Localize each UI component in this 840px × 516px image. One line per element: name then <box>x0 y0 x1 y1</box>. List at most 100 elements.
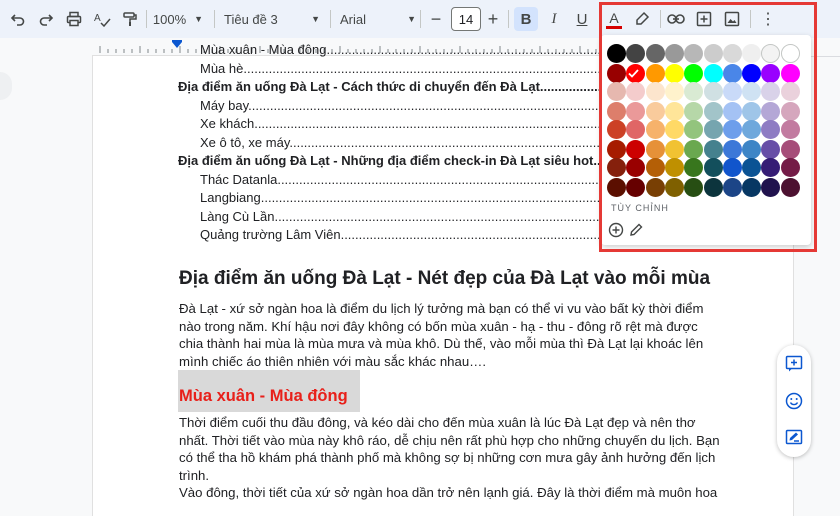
toc-entry-label: Máy bay <box>200 97 249 113</box>
color-swatch[interactable] <box>722 64 742 83</box>
color-swatch[interactable] <box>780 178 800 197</box>
zoom-select[interactable]: 100% ▼ <box>150 7 206 31</box>
color-swatch[interactable] <box>780 140 800 159</box>
paragraph-line: Vào đông, thời tiết của xứ sở ngàn hoa d… <box>179 485 718 500</box>
color-swatch[interactable] <box>722 178 742 197</box>
highlight-pen-icon[interactable] <box>630 7 654 31</box>
color-swatch[interactable] <box>780 102 800 121</box>
color-swatch[interactable] <box>742 44 762 63</box>
color-swatch[interactable] <box>742 64 762 83</box>
toc-entry[interactable]: Địa điểm ăn uống Đà Lạt - Những địa điểm… <box>178 153 603 168</box>
color-swatch[interactable] <box>607 140 626 159</box>
color-swatch[interactable] <box>722 102 742 121</box>
spellcheck-icon[interactable]: A <box>90 7 114 31</box>
color-swatch[interactable] <box>703 120 723 139</box>
color-swatch[interactable] <box>607 120 626 139</box>
font-size-decrease-button[interactable]: − <box>425 7 447 31</box>
color-swatch[interactable] <box>780 82 800 101</box>
color-swatch[interactable] <box>742 102 762 121</box>
toc-entry[interactable]: Làng Cù Lần.............................… <box>200 209 600 224</box>
color-swatch[interactable] <box>742 140 762 159</box>
italic-button[interactable]: I <box>542 7 566 31</box>
color-swatch[interactable] <box>664 82 684 101</box>
color-swatch[interactable] <box>722 158 742 177</box>
color-swatch[interactable] <box>780 64 800 83</box>
color-swatch[interactable] <box>645 178 665 197</box>
toc-entry[interactable]: Mùa xuân - Mùa đông.....................… <box>200 42 600 57</box>
color-swatch[interactable] <box>645 82 665 101</box>
toc-entry[interactable]: Quảng trường Lâm Viên...................… <box>200 227 600 242</box>
undo-icon[interactable] <box>6 7 30 31</box>
insert-image-icon[interactable] <box>720 7 744 31</box>
toc-entry[interactable]: Xe ô tô, xe máy.........................… <box>200 135 600 150</box>
color-swatch[interactable] <box>664 140 684 159</box>
color-swatch[interactable] <box>645 158 665 177</box>
toc-entry[interactable]: Langbiang...............................… <box>200 190 600 205</box>
color-swatch[interactable] <box>645 64 665 83</box>
color-swatch[interactable] <box>780 44 800 63</box>
color-swatch[interactable] <box>645 140 665 159</box>
text-color-indicator <box>606 25 622 29</box>
redo-icon[interactable] <box>34 7 58 31</box>
color-swatch[interactable] <box>607 178 626 197</box>
toc-entry[interactable]: Mùa hè..................................… <box>200 61 600 76</box>
bold-button[interactable]: B <box>514 7 538 31</box>
color-swatch[interactable] <box>645 102 665 121</box>
color-swatch[interactable] <box>703 64 723 83</box>
color-swatch[interactable] <box>703 82 723 101</box>
add-comment-icon[interactable] <box>692 7 716 31</box>
print-icon[interactable] <box>62 7 86 31</box>
toc-leader-dots: ........................................… <box>289 134 600 150</box>
color-swatch[interactable] <box>607 44 626 63</box>
emoji-reaction-icon[interactable] <box>785 392 803 410</box>
color-swatch[interactable] <box>780 158 800 177</box>
link-icon[interactable] <box>664 7 688 31</box>
color-swatch[interactable] <box>664 178 684 197</box>
suggest-edits-icon[interactable] <box>785 429 803 447</box>
color-swatch[interactable] <box>722 140 742 159</box>
color-swatch[interactable] <box>742 120 762 139</box>
color-swatch[interactable] <box>607 102 626 121</box>
color-swatch[interactable] <box>664 158 684 177</box>
more-options-icon[interactable]: ⋮ <box>756 7 780 31</box>
color-swatch[interactable] <box>722 82 742 101</box>
toc-leader-dots: ........................................… <box>254 116 600 131</box>
toc-entry[interactable]: Xe khách................................… <box>200 116 600 131</box>
color-swatch[interactable] <box>645 120 665 139</box>
toc-leader-dots: ........................................… <box>260 190 600 205</box>
toc-entry[interactable]: Thác Datanla............................… <box>200 172 600 187</box>
color-swatch[interactable] <box>742 158 762 177</box>
style-select[interactable]: Tiêu đề 3 ▼ <box>224 7 320 31</box>
toc-entry[interactable]: Máy bay.................................… <box>200 98 600 113</box>
color-swatch[interactable] <box>645 44 665 63</box>
color-swatch[interactable] <box>780 120 800 139</box>
color-swatch[interactable] <box>664 64 684 83</box>
toc-entry[interactable]: Địa điểm ăn uống Đà Lạt - Cách thức di c… <box>178 79 603 94</box>
color-swatch[interactable] <box>722 44 742 63</box>
color-swatch[interactable] <box>703 44 723 63</box>
underline-button[interactable]: U <box>570 7 594 31</box>
color-swatch[interactable] <box>664 102 684 121</box>
color-swatch[interactable] <box>742 178 762 197</box>
add-comment-icon[interactable] <box>785 355 803 373</box>
paint-format-icon[interactable] <box>118 7 142 31</box>
font-size-input[interactable]: 14 <box>451 7 481 31</box>
color-swatch[interactable] <box>703 102 723 121</box>
color-swatch[interactable] <box>722 120 742 139</box>
color-swatch[interactable] <box>664 120 684 139</box>
color-swatch[interactable] <box>607 158 626 177</box>
font-select[interactable]: Arial ▼ <box>340 7 416 31</box>
color-swatch[interactable] <box>703 178 723 197</box>
color-swatch[interactable] <box>742 82 762 101</box>
color-swatch[interactable] <box>607 82 626 101</box>
color-swatch[interactable] <box>703 158 723 177</box>
eyedropper-icon[interactable] <box>628 222 644 238</box>
toc-entry-label: Mùa xuân - Mùa đông <box>200 42 327 57</box>
color-swatch[interactable] <box>664 44 684 63</box>
text-color-button[interactable]: A <box>602 7 626 31</box>
color-swatch[interactable] <box>703 140 723 159</box>
add-custom-color-icon[interactable] <box>608 222 624 238</box>
toolbar-divider <box>508 10 509 28</box>
first-line-indent-icon[interactable] <box>172 40 182 42</box>
font-size-increase-button[interactable]: + <box>482 7 504 31</box>
